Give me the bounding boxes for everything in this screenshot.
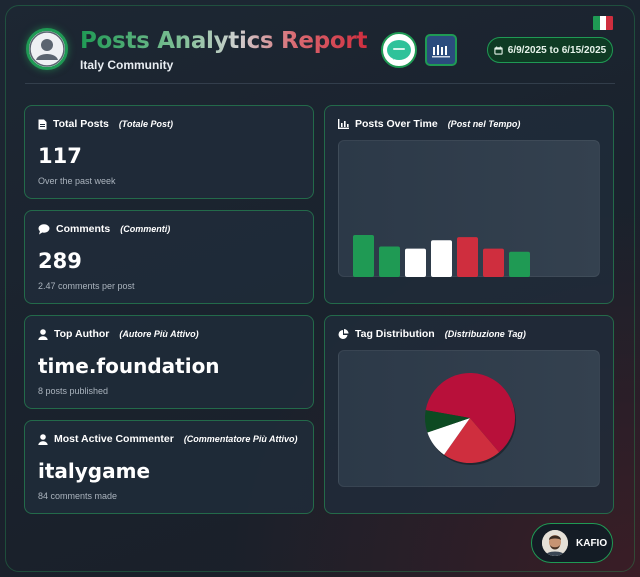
bar-3 (405, 248, 426, 277)
bar-1 (353, 235, 374, 277)
flag-stripe-white (599, 16, 607, 30)
comment-icon (38, 223, 50, 234)
institution-logo-icon[interactable] (425, 34, 457, 66)
top-author-value: time.foundation (38, 354, 220, 378)
top-author-sublabel: (Autore Più Attivo) (119, 329, 199, 339)
bar-2 (379, 246, 400, 277)
comments-card: Comments (Commenti) 289 2.47 comments pe… (24, 210, 314, 304)
flag-stripe-green (593, 16, 600, 30)
community-avatar-icon[interactable] (26, 28, 68, 70)
user-name: KAFIO (576, 537, 608, 549)
bar-5 (457, 237, 478, 277)
italy-flag-icon (593, 16, 613, 30)
top-commenter-card: Most Active Commenter (Commentatore Più … (24, 420, 314, 514)
user-icon (38, 433, 48, 445)
total-posts-sublabel: (Totale Post) (118, 119, 173, 129)
total-posts-label: Total Posts (53, 118, 109, 130)
top-author-note: 8 posts published (38, 386, 109, 396)
user-profile-button[interactable]: KAFIO (531, 523, 613, 563)
user-icon (38, 328, 48, 340)
comments-sublabel: (Commenti) (120, 224, 171, 234)
calendar-icon (494, 45, 503, 55)
posts-chart-area (338, 140, 600, 277)
top-commenter-note: 84 comments made (38, 491, 118, 501)
bar-6 (483, 248, 504, 277)
posts-over-time-card: Posts Over Time (Post nel Tempo) (324, 105, 614, 304)
bar-4 (431, 240, 452, 277)
file-icon (38, 119, 47, 129)
bar-7 (509, 251, 530, 277)
page-title: Posts Analytics Report (80, 28, 368, 54)
bar-chart-icon (338, 119, 349, 129)
total-posts-value: 117 (38, 144, 82, 168)
posts-bar-chart (353, 235, 530, 277)
tag-distribution-card: Tag Distribution (Distribuzione Tag) (324, 315, 614, 514)
comments-note: 2.47 comments per post (38, 281, 135, 291)
top-commenter-label: Most Active Commenter (54, 433, 174, 445)
total-posts-note: Over the past week (38, 176, 116, 186)
total-posts-card: Total Posts (Totale Post) 117 Over the p… (24, 105, 314, 199)
user-avatar-icon (542, 530, 568, 556)
top-author-label: Top Author (54, 328, 110, 340)
flag-stripe-red (606, 16, 613, 30)
chat-bubble-logo-icon[interactable] (381, 32, 417, 68)
comments-label: Comments (56, 223, 111, 235)
tag-pie-chart (425, 373, 516, 465)
top-commenter-value: italygame (38, 459, 151, 483)
tag-chart-area (338, 350, 600, 487)
comments-value: 289 (38, 249, 82, 273)
posts-over-time-label: Posts Over Time (355, 118, 438, 130)
header-divider (25, 83, 615, 84)
tag-distribution-sublabel: (Distribuzione Tag) (444, 329, 526, 339)
page-subtitle: Italy Community (80, 58, 174, 72)
posts-over-time-sublabel: (Post nel Tempo) (447, 119, 521, 129)
top-commenter-sublabel: (Commentatore Più Attivo) (183, 434, 298, 444)
pie-chart-icon (338, 328, 349, 339)
date-range-button[interactable]: 6/9/2025 to 6/15/2025 (487, 37, 613, 63)
top-author-card: Top Author (Autore Più Attivo) time.foun… (24, 315, 314, 409)
date-range-label: 6/9/2025 to 6/15/2025 (507, 44, 607, 56)
tag-distribution-label: Tag Distribution (355, 328, 435, 340)
